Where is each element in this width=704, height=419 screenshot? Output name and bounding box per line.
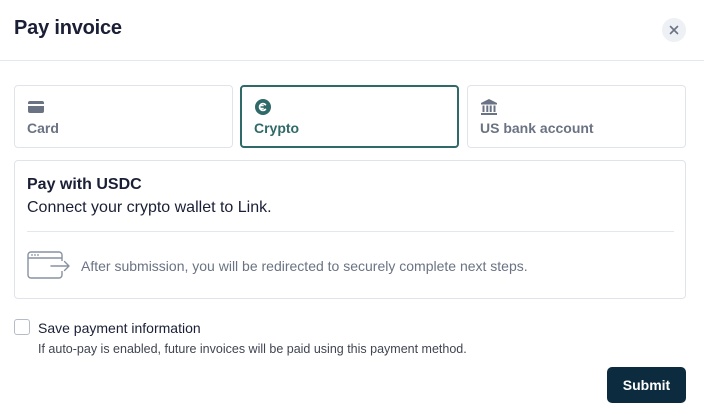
payment-method-crypto[interactable]: Crypto bbox=[240, 85, 459, 148]
dialog-header: Pay invoice bbox=[0, 0, 704, 61]
payment-method-label: Crypto bbox=[254, 120, 300, 136]
submit-button[interactable]: Submit bbox=[607, 367, 686, 403]
panel-title: Pay with USDC bbox=[27, 176, 142, 193]
save-payment-label[interactable]: Save payment information bbox=[38, 320, 201, 336]
crypto-payment-panel: Pay with USDC Connect your crypto wallet… bbox=[14, 160, 686, 299]
close-icon bbox=[669, 25, 679, 35]
payment-method-tabs: Card Crypto US bank account bbox=[14, 85, 686, 148]
browser-redirect-icon bbox=[27, 251, 70, 279]
close-button[interactable] bbox=[662, 18, 686, 42]
save-payment-checkbox[interactable] bbox=[14, 319, 30, 335]
payment-method-label: US bank account bbox=[480, 120, 594, 136]
panel-description: Connect your crypto wallet to Link. bbox=[27, 199, 272, 216]
bank-icon bbox=[481, 99, 497, 115]
credit-card-icon bbox=[28, 101, 44, 113]
redirect-note: After submission, you will be redirected… bbox=[81, 258, 528, 274]
pay-invoice-dialog: Pay invoice Card Crypto US bank account … bbox=[0, 0, 704, 419]
payment-method-card[interactable]: Card bbox=[14, 85, 233, 148]
crypto-coin-icon bbox=[255, 99, 271, 115]
panel-divider bbox=[27, 231, 674, 232]
dialog-title: Pay invoice bbox=[14, 17, 122, 39]
payment-method-us-bank-account[interactable]: US bank account bbox=[467, 85, 686, 148]
payment-method-label: Card bbox=[27, 120, 59, 136]
save-payment-help-text: If auto-pay is enabled, future invoices … bbox=[38, 342, 467, 356]
